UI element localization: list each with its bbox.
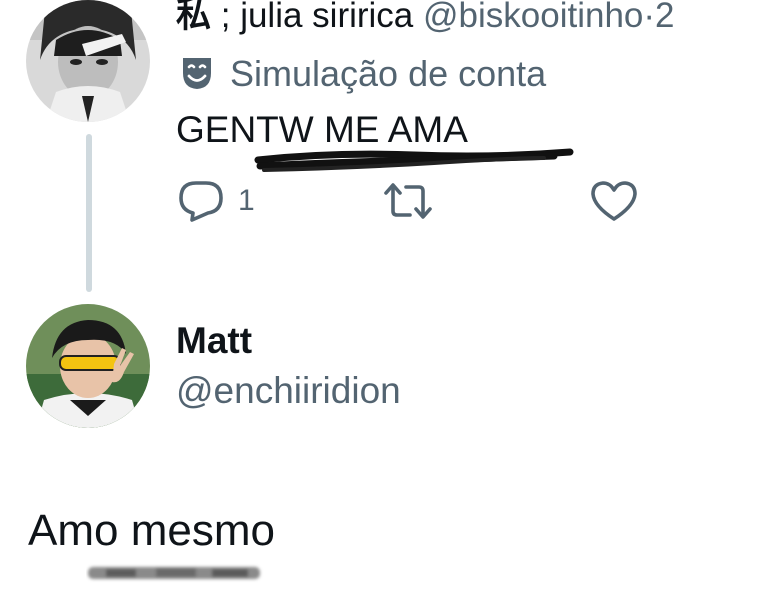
avatar-photo: [26, 304, 150, 428]
separator-dot: ·: [643, 0, 656, 35]
retweet-button[interactable]: [382, 178, 434, 224]
theater-mask-icon: [183, 58, 211, 90]
reply-author-name[interactable]: Matt: [176, 318, 252, 364]
heart-icon: [591, 181, 637, 221]
avatar-photo-grayscale: [26, 0, 150, 122]
like-button[interactable]: [590, 178, 638, 224]
account-label-text: Simulação de conta: [230, 53, 547, 94]
reply-author-handle[interactable]: @enchiiridion: [176, 368, 401, 414]
account-label: Simulação de conta: [180, 52, 546, 96]
tweet-author-avatar[interactable]: [26, 0, 150, 122]
tweet-header: 私 ; julia siririca @biskooitinho·2: [176, 0, 675, 38]
reply-icon: [179, 181, 223, 222]
reply-count: 1: [238, 184, 255, 217]
tweet-text: GENTW ME AMA: [176, 109, 468, 150]
reply-text: Amo mesmo: [28, 506, 275, 555]
tweet-author-handle[interactable]: @biskooitinho: [423, 0, 643, 35]
retweet-icon: [384, 183, 432, 219]
reply-button[interactable]: 1: [178, 178, 255, 224]
redaction-blur: [88, 567, 260, 579]
tweet-timestamp[interactable]: 2: [655, 0, 674, 35]
thread-connector-line: [86, 134, 92, 292]
tweet-author-name[interactable]: 私 ; julia siririca: [176, 0, 413, 35]
reply-author-avatar[interactable]: [26, 304, 150, 428]
